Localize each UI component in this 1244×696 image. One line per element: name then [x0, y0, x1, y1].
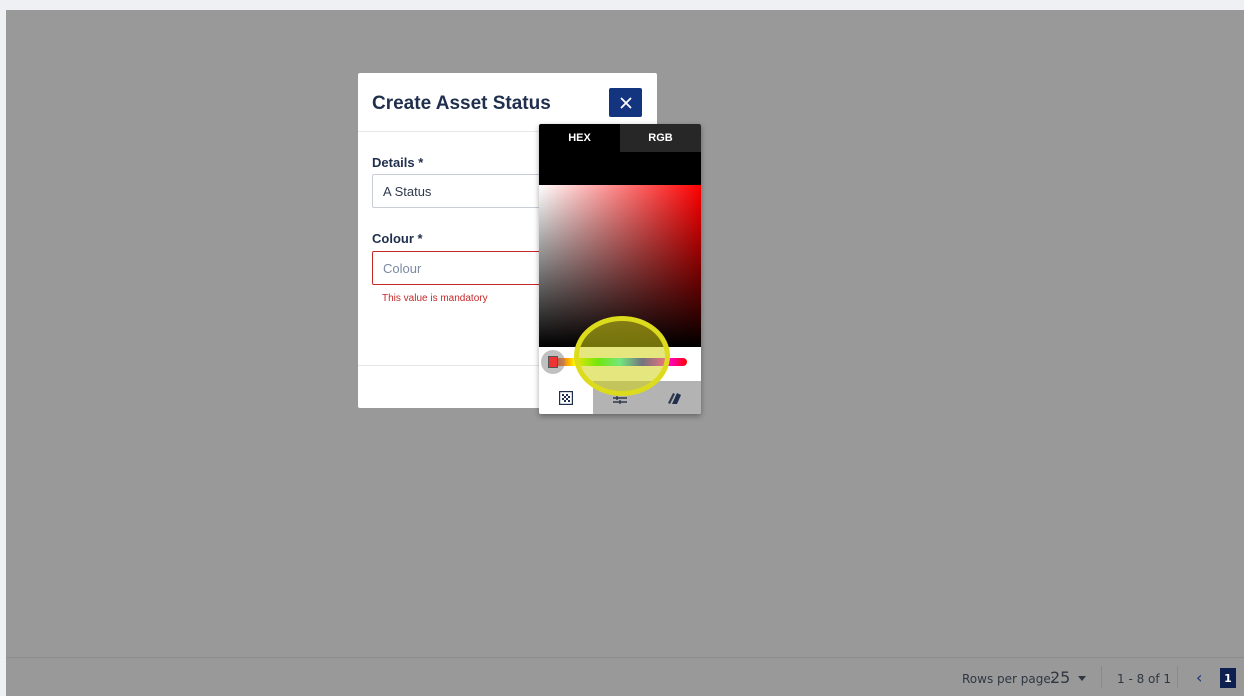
color-format-tabs: HEX RGB: [539, 124, 701, 152]
palette-mode-button[interactable]: [539, 381, 593, 414]
swatches-icon: [668, 392, 681, 404]
caret-down-icon[interactable]: [1078, 676, 1086, 681]
footer-divider: [6, 657, 1244, 658]
rows-per-page-select[interactable]: 25: [1050, 668, 1070, 687]
pager-separator: [1101, 666, 1102, 688]
pager-separator: [1177, 666, 1178, 688]
tab-hex[interactable]: HEX: [539, 124, 620, 152]
dialog-title: Create Asset Status: [372, 93, 551, 114]
close-button[interactable]: [609, 88, 642, 117]
saturation-value-area[interactable]: [539, 185, 701, 347]
color-preview: [539, 152, 701, 185]
hue-slider[interactable]: [553, 358, 687, 366]
colour-error-message: This value is mandatory: [382, 293, 488, 304]
pagination-range: 1 - 8 of 1: [1117, 672, 1172, 686]
color-picker-popover: HEX RGB: [539, 124, 701, 414]
hue-slider-handle[interactable]: [548, 356, 558, 368]
sliders-icon: [613, 391, 627, 404]
chevron-left-icon[interactable]: ‹: [1196, 668, 1202, 687]
tab-rgb[interactable]: RGB: [620, 124, 701, 152]
slider-mode-button[interactable]: [593, 381, 647, 414]
current-page-button[interactable]: 1: [1220, 668, 1236, 688]
colour-label: Colour *: [372, 231, 423, 246]
page-top-edge: [0, 0, 1244, 10]
close-icon: [620, 97, 631, 108]
palette-grid-icon: [559, 390, 573, 405]
picker-mode-tabs: [539, 381, 701, 414]
rows-per-page-label: Rows per page:: [962, 672, 1055, 686]
swatch-mode-button[interactable]: [647, 381, 701, 414]
details-label: Details *: [372, 155, 424, 170]
